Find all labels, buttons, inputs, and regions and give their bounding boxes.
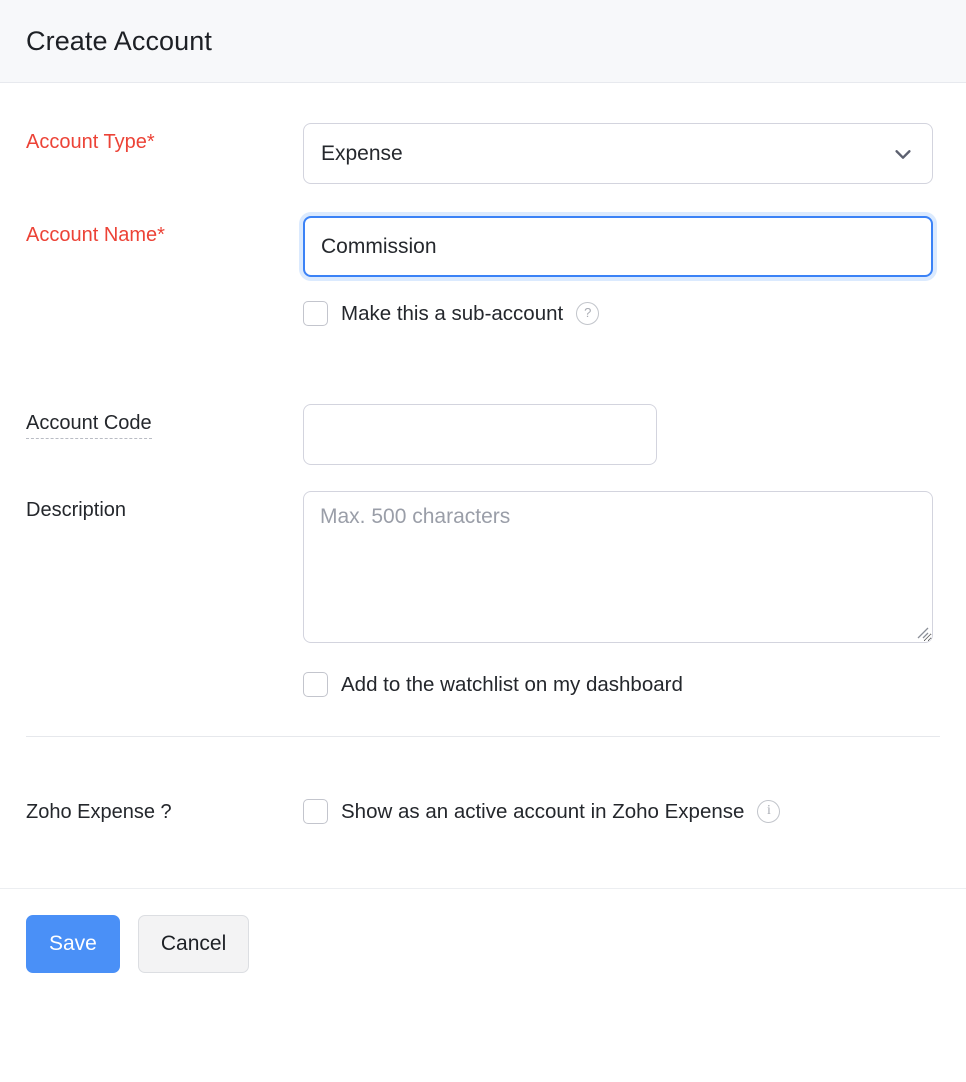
cancel-button[interactable]: Cancel (137, 915, 250, 973)
account-name-label: Account Name* (26, 224, 165, 246)
save-button[interactable]: Save (26, 915, 120, 973)
form-footer: Save Cancel (0, 889, 966, 999)
page-title: Create Account (26, 25, 213, 56)
sub-account-spacer (26, 301, 303, 332)
account-code-label: Account Code (26, 404, 303, 439)
account-type-label: Account Type* (26, 131, 155, 153)
account-type-row: Account Type* Expense (26, 123, 940, 184)
section-divider (26, 736, 940, 737)
sub-account-label: Make this a sub-account (341, 301, 564, 325)
description-row: Description (26, 491, 940, 648)
watchlist-check-row: Add to the watchlist on my dashboard (303, 672, 940, 697)
sub-account-check-row: Make this a sub-account ? (303, 301, 940, 326)
watchlist-checkbox[interactable] (303, 672, 328, 697)
watchlist-spacer (26, 672, 303, 703)
watchlist-field: Add to the watchlist on my dashboard (303, 672, 940, 697)
description-textarea[interactable] (303, 491, 933, 643)
sub-account-checkbox[interactable] (303, 301, 328, 326)
zoho-expense-label: Zoho Expense ? (26, 801, 172, 823)
account-type-value: Expense (321, 141, 403, 165)
account-code-row: Account Code (26, 404, 940, 465)
description-textarea-wrap (303, 491, 933, 643)
zoho-expense-row: Zoho Expense ? Show as an active account… (26, 799, 940, 824)
zoho-expense-field: Show as an active account in Zoho Expens… (303, 799, 940, 824)
account-type-field: Expense (303, 123, 940, 184)
account-type-select[interactable]: Expense (303, 123, 933, 184)
account-name-row: Account Name* (26, 216, 940, 277)
zoho-expense-checkbox-label: Show as an active account in Zoho Expens… (341, 799, 745, 823)
account-code-input[interactable] (303, 404, 657, 465)
panel-header: Create Account (0, 0, 966, 83)
zoho-expense-section: Zoho Expense ? Show as an active account… (0, 799, 966, 824)
account-name-input[interactable] (303, 216, 933, 277)
sub-account-row: Make this a sub-account ? (26, 301, 940, 332)
zoho-expense-check-row: Show as an active account in Zoho Expens… (303, 799, 940, 824)
info-icon[interactable]: i (757, 800, 781, 823)
chevron-down-icon[interactable] (892, 143, 914, 165)
watchlist-row: Add to the watchlist on my dashboard (26, 672, 940, 703)
account-code-field (303, 404, 940, 465)
description-field (303, 491, 940, 648)
zoho-expense-checkbox[interactable] (303, 799, 328, 824)
account-name-field (303, 216, 940, 277)
description-label: Description (26, 499, 127, 521)
question-mark-icon[interactable]: ? (576, 302, 600, 325)
watchlist-label: Add to the watchlist on my dashboard (341, 672, 683, 696)
create-account-form: Account Type* Expense Account Name* Make… (0, 123, 966, 703)
sub-account-field: Make this a sub-account ? (303, 301, 940, 326)
